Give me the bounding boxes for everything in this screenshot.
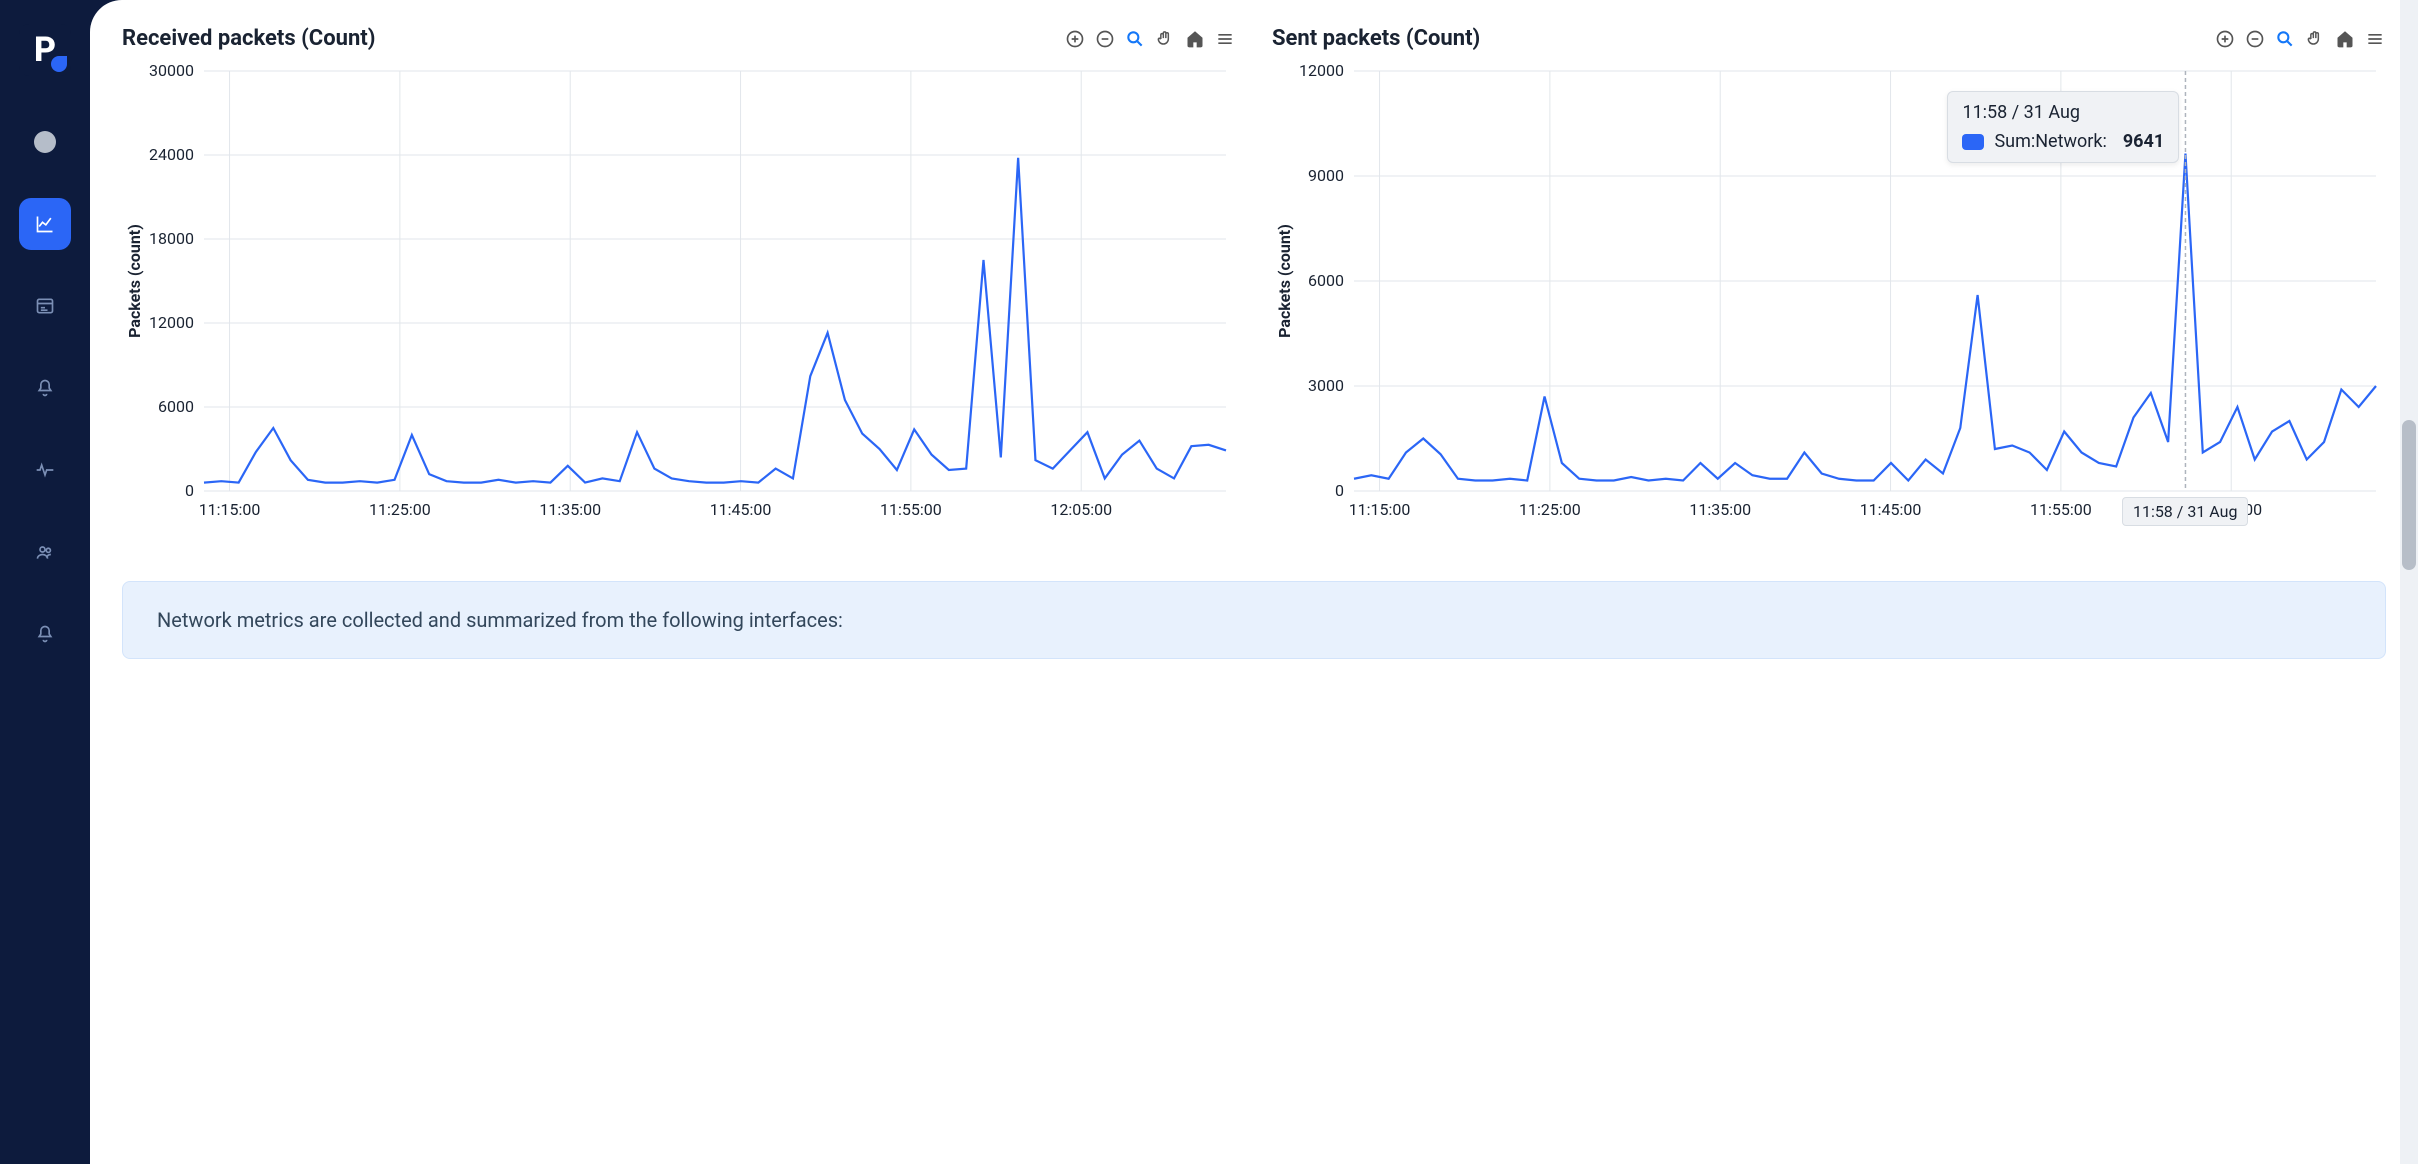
home-icon — [1185, 29, 1205, 49]
sidebar-item-metrics[interactable] — [19, 198, 71, 250]
svg-text:11:55:00: 11:55:00 — [2030, 500, 2092, 519]
zoom-out-button[interactable] — [1094, 28, 1116, 50]
pan-button[interactable] — [2304, 28, 2326, 50]
chart-toolbar — [2214, 28, 2386, 50]
svg-text:11:45:00: 11:45:00 — [1860, 500, 1922, 519]
svg-text:11:55:00: 11:55:00 — [880, 500, 942, 519]
logo-accent-icon — [51, 56, 67, 72]
svg-text:12:05:00: 12:05:00 — [1050, 500, 1112, 519]
svg-text:Packets (count): Packets (count) — [1275, 224, 1294, 338]
zoom-out-button[interactable] — [2244, 28, 2266, 50]
info-banner-text: Network metrics are collected and summar… — [157, 608, 843, 632]
svg-text:11:35:00: 11:35:00 — [539, 500, 601, 519]
bell-icon — [35, 624, 55, 644]
pulse-icon — [35, 460, 55, 480]
sidebar-item-activity[interactable] — [19, 444, 71, 496]
scrollbar[interactable] — [2400, 0, 2418, 1164]
sidebar: P — [0, 0, 90, 1164]
zoom-in-button[interactable] — [1064, 28, 1086, 50]
menu-button[interactable] — [2364, 28, 2386, 50]
svg-text:24000: 24000 — [149, 145, 194, 164]
menu-icon — [1215, 29, 1235, 49]
sidebar-item-status[interactable] — [19, 116, 71, 168]
chart-title: Received packets (Count) — [122, 26, 375, 51]
bell-icon — [35, 378, 55, 398]
minus-circle-icon — [1095, 29, 1115, 49]
search-icon — [1125, 29, 1145, 49]
zoom-button[interactable] — [2274, 28, 2296, 50]
pan-button[interactable] — [1154, 28, 1176, 50]
chart-received-packets: Received packets (Count) 0 6000 12000 18000… — [122, 26, 1236, 531]
users-icon — [35, 542, 55, 562]
chart-title: Sent packets (Count) — [1272, 26, 1480, 51]
svg-text:11:45:00: 11:45:00 — [710, 500, 772, 519]
svg-text:12000: 12000 — [149, 313, 194, 332]
menu-icon — [2365, 29, 2385, 49]
chart-toolbar — [1064, 28, 1236, 50]
svg-text:30000: 30000 — [149, 61, 194, 80]
sidebar-item-alerts[interactable] — [19, 362, 71, 414]
scrollbar-thumb[interactable] — [2402, 420, 2416, 570]
logo[interactable]: P — [19, 24, 71, 76]
browser-icon — [35, 296, 55, 316]
menu-button[interactable] — [1214, 28, 1236, 50]
status-dot-icon — [34, 131, 56, 153]
svg-text:6000: 6000 — [158, 397, 194, 416]
hand-icon — [1155, 29, 1175, 49]
reset-axes-button[interactable] — [1184, 28, 1206, 50]
sidebar-item-team[interactable] — [19, 526, 71, 578]
line-chart-icon — [35, 214, 55, 234]
zoom-in-button[interactable] — [2214, 28, 2236, 50]
svg-text:9000: 9000 — [1308, 166, 1344, 185]
svg-text:11:35:00: 11:35:00 — [1689, 500, 1751, 519]
minus-circle-icon — [2245, 29, 2265, 49]
reset-axes-button[interactable] — [2334, 28, 2356, 50]
main-content: Received packets (Count) 0 6000 12000 18000… — [90, 0, 2418, 1164]
svg-text:Packets (count): Packets (count) — [125, 224, 144, 338]
chart-plot-area[interactable]: 0 3000 6000 9000 12000 11:15:00 11:25:00 11:35:… — [1272, 61, 2386, 531]
svg-text:0: 0 — [1335, 481, 1344, 500]
zoom-button[interactable] — [1124, 28, 1146, 50]
sidebar-item-notifications[interactable] — [19, 608, 71, 660]
svg-text:6000: 6000 — [1308, 271, 1344, 290]
svg-text:0: 0 — [185, 481, 194, 500]
svg-text:11:25:00: 11:25:00 — [1519, 500, 1581, 519]
home-icon — [2335, 29, 2355, 49]
search-icon — [2275, 29, 2295, 49]
svg-text:11:15:00: 11:15:00 — [199, 500, 261, 519]
svg-text:11:25:00: 11:25:00 — [369, 500, 431, 519]
svg-text:3000: 3000 — [1308, 376, 1344, 395]
svg-text:18000: 18000 — [149, 229, 194, 248]
sidebar-item-dashboards[interactable] — [19, 280, 71, 332]
svg-text:11:15:00: 11:15:00 — [1349, 500, 1411, 519]
svg-text:12000: 12000 — [1299, 61, 1344, 80]
chart-plot-area[interactable]: 0 6000 12000 18000 24000 30000 11:15:00 11:25:0… — [122, 61, 1236, 531]
chart-hover-x-label: 11:58 / 31 Aug — [2122, 497, 2249, 526]
plus-circle-icon — [1065, 29, 1085, 49]
hand-icon — [2305, 29, 2325, 49]
chart-sent-packets: Sent packets (Count) 0 3000 6000 9000 12000 1… — [1272, 26, 2386, 531]
plus-circle-icon — [2215, 29, 2235, 49]
info-banner: Network metrics are collected and summar… — [122, 581, 2386, 659]
